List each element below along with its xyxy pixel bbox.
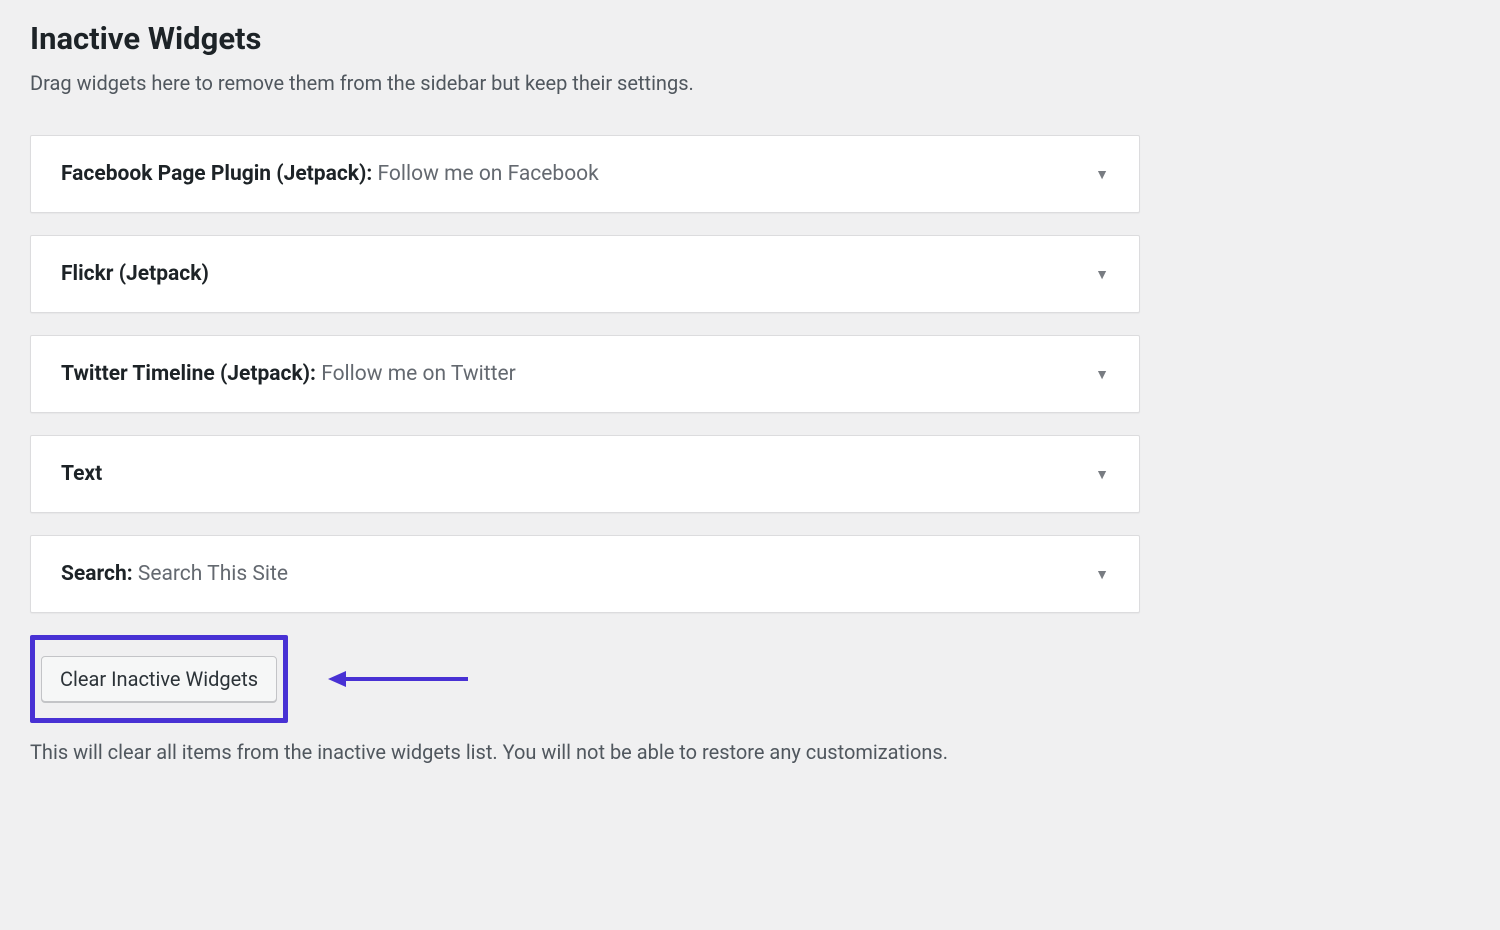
widget-name: Twitter Timeline (Jetpack) [61,362,310,386]
widget-item-text[interactable]: Text ▼ [30,435,1140,513]
chevron-down-icon: ▼ [1095,466,1109,483]
widget-name: Flickr (Jetpack) [61,262,209,286]
widget-subtitle: Follow me on Facebook [378,162,599,186]
section-title: Inactive Widgets [30,20,1470,57]
chevron-down-icon: ▼ [1095,266,1109,283]
widget-name: Search [61,562,127,586]
widget-title: Twitter Timeline (Jetpack): Follow me on… [61,362,516,386]
section-description: Drag widgets here to remove them from th… [30,71,1470,95]
widget-title: Text [61,462,102,486]
chevron-down-icon: ▼ [1095,166,1109,183]
widget-name: Text [61,462,102,486]
widget-item-search[interactable]: Search: Search This Site ▼ [30,535,1140,613]
clear-inactive-widgets-button[interactable]: Clear Inactive Widgets [41,656,277,702]
inactive-widgets-list: Facebook Page Plugin (Jetpack): Follow m… [30,135,1140,613]
widget-item-twitter[interactable]: Twitter Timeline (Jetpack): Follow me on… [30,335,1140,413]
annotation-highlight-box: Clear Inactive Widgets [30,635,288,723]
widget-title: Flickr (Jetpack) [61,262,209,286]
arrow-left-annotation-icon [328,667,468,691]
widget-subtitle: Follow me on Twitter [321,362,516,386]
clear-description: This will clear all items from the inact… [30,737,1090,767]
widget-item-facebook[interactable]: Facebook Page Plugin (Jetpack): Follow m… [30,135,1140,213]
chevron-down-icon: ▼ [1095,366,1109,383]
widget-name: Facebook Page Plugin (Jetpack) [61,162,366,186]
chevron-down-icon: ▼ [1095,566,1109,583]
clear-row: Clear Inactive Widgets [30,635,1470,723]
widget-title: Search: Search This Site [61,562,288,586]
widget-subtitle: Search This Site [138,562,288,586]
widget-title: Facebook Page Plugin (Jetpack): Follow m… [61,162,599,186]
widget-item-flickr[interactable]: Flickr (Jetpack) ▼ [30,235,1140,313]
